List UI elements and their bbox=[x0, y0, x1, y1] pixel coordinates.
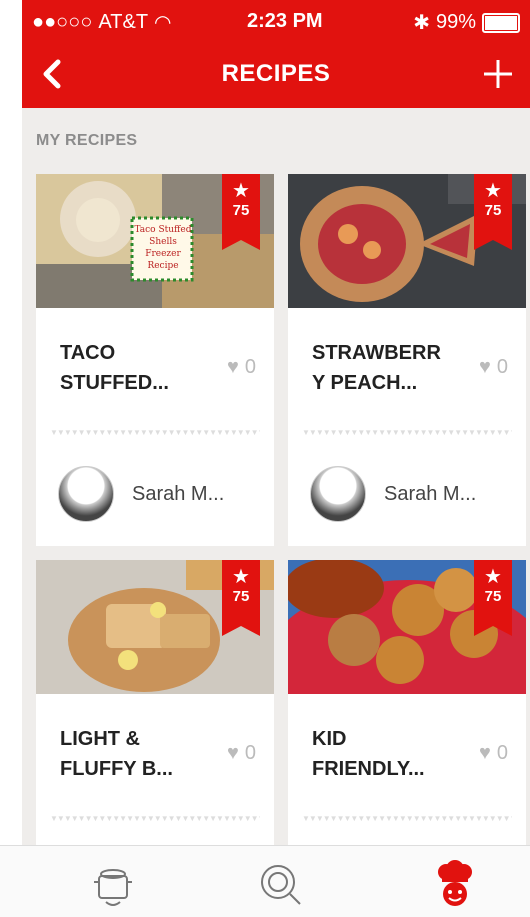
carrier-indicator: ●●○○○ AT&T ◠ bbox=[32, 10, 172, 35]
divider: ▼▼▼▼▼▼▼▼▼▼▼▼▼▼▼▼▼▼▼▼▼▼▼▼▼▼▼▼▼▼▼▼▼▼▼▼▼▼ bbox=[50, 430, 260, 436]
recipe-title: STRAWBERR Y PEACH... bbox=[312, 342, 441, 394]
recipe-card[interactable]: ★ 75 STRAWBERR Y PEACH... ♥ 0 ▼▼▼▼▼▼▼▼▼▼… bbox=[288, 174, 526, 546]
page-title: RECIPES bbox=[221, 60, 331, 87]
recipe-card[interactable]: ★ 75 LIGHT & FLUFFY B... ♥ 0 ▼▼▼▼▼▼▼▼▼▼▼… bbox=[36, 560, 274, 845]
like-button[interactable]: ♥ 0 bbox=[479, 356, 508, 379]
navigation-bar: RECIPES bbox=[22, 42, 530, 108]
status-time: 2:23 PM bbox=[247, 10, 323, 32]
wifi-icon: ◠ bbox=[154, 12, 172, 34]
avatar bbox=[310, 466, 366, 522]
tab-chef[interactable] bbox=[430, 860, 480, 910]
divider: ▼▼▼▼▼▼▼▼▼▼▼▼▼▼▼▼▼▼▼▼▼▼▼▼▼▼▼▼▼▼▼▼▼▼▼▼▼▼ bbox=[302, 816, 512, 822]
battery-percent: 99% bbox=[435, 11, 476, 33]
bluetooth-icon: ✱ bbox=[413, 12, 430, 34]
pot-icon bbox=[94, 869, 132, 906]
author-name: Sarah M... bbox=[384, 482, 477, 505]
plate-icon bbox=[261, 865, 301, 905]
avatar bbox=[58, 466, 114, 522]
star-icon: ★ bbox=[484, 180, 502, 202]
like-count: 0 bbox=[496, 742, 508, 764]
score-ribbon: ★ 75 bbox=[474, 174, 512, 250]
heart-icon: ♥ bbox=[227, 742, 239, 764]
author-name: Sarah M... bbox=[132, 482, 225, 505]
recipes-list[interactable]: MY RECIPES Taco Stuffed Shells Freezer R… bbox=[22, 108, 530, 845]
recipe-title: KID FRIENDLY... bbox=[312, 728, 425, 780]
heart-icon: ♥ bbox=[479, 742, 491, 764]
divider: ▼▼▼▼▼▼▼▼▼▼▼▼▼▼▼▼▼▼▼▼▼▼▼▼▼▼▼▼▼▼▼▼▼▼▼▼▼▼ bbox=[50, 816, 260, 822]
tab-bar bbox=[0, 845, 530, 917]
author-row[interactable]: Sarah M... bbox=[58, 466, 224, 522]
author-row[interactable]: Sarah M... bbox=[310, 466, 476, 522]
score-value: 75 bbox=[232, 588, 250, 605]
heart-icon: ♥ bbox=[479, 356, 491, 378]
like-button[interactable]: ♥ 0 bbox=[227, 356, 256, 379]
like-button[interactable]: ♥ 0 bbox=[479, 742, 508, 765]
plus-icon bbox=[484, 60, 512, 88]
star-icon: ★ bbox=[232, 566, 250, 588]
score-ribbon: ★ 75 bbox=[222, 174, 260, 250]
score-value: 75 bbox=[484, 202, 502, 219]
score-ribbon: ★ 75 bbox=[474, 560, 512, 636]
like-count: 0 bbox=[244, 742, 256, 764]
section-title: MY RECIPES bbox=[36, 132, 138, 149]
star-icon: ★ bbox=[232, 180, 250, 202]
star-icon: ★ bbox=[484, 566, 502, 588]
status-bar: ●●○○○ AT&T ◠ 2:23 PM ✱ 99% bbox=[22, 0, 530, 42]
score-ribbon: ★ 75 bbox=[222, 560, 260, 636]
heart-icon: ♥ bbox=[227, 356, 239, 378]
chef-icon bbox=[438, 860, 472, 906]
carrier-name: AT&T bbox=[98, 11, 149, 33]
like-count: 0 bbox=[244, 356, 256, 378]
recipe-card[interactable]: ★ 75 KID FRIENDLY... ♥ 0 ▼▼▼▼▼▼▼▼▼▼▼▼▼▼▼… bbox=[288, 560, 526, 845]
like-button[interactable]: ♥ 0 bbox=[227, 742, 256, 765]
signal-dots-icon: ●●○○○ bbox=[32, 11, 93, 33]
recipe-title: LIGHT & FLUFFY B... bbox=[60, 728, 173, 780]
tab-plate[interactable] bbox=[256, 860, 306, 910]
tab-pot[interactable] bbox=[88, 860, 138, 910]
score-value: 75 bbox=[484, 588, 502, 605]
like-count: 0 bbox=[496, 356, 508, 378]
recipe-card[interactable]: Taco Stuffed Shells Freezer Recipe ★ 75 … bbox=[36, 174, 274, 546]
image-caption: Taco Stuffed Shells Freezer Recipe bbox=[134, 225, 192, 271]
add-recipe-button[interactable] bbox=[478, 54, 518, 94]
recipe-title: TACO STUFFED... bbox=[60, 342, 169, 394]
battery-icon bbox=[482, 12, 520, 33]
divider: ▼▼▼▼▼▼▼▼▼▼▼▼▼▼▼▼▼▼▼▼▼▼▼▼▼▼▼▼▼▼▼▼▼▼▼▼▼▼ bbox=[302, 430, 512, 436]
score-value: 75 bbox=[232, 202, 250, 219]
battery-indicator: ✱ 99% bbox=[413, 10, 520, 35]
